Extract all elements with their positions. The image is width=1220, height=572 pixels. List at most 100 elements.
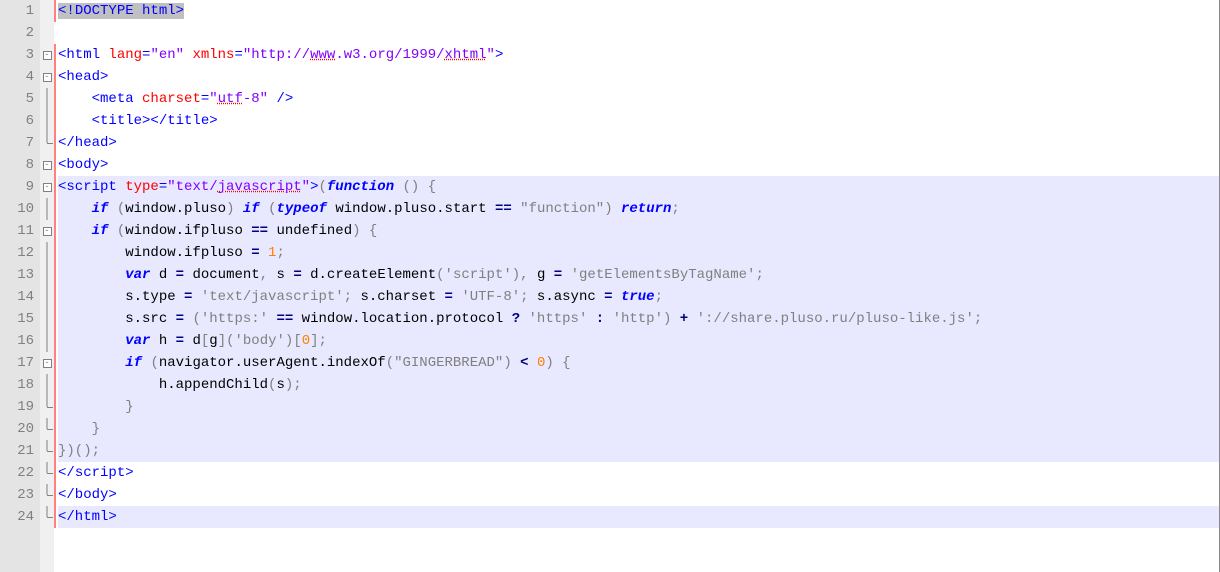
token[interactable]: <html bbox=[58, 47, 108, 63]
token[interactable]: ( bbox=[386, 355, 394, 371]
code-line[interactable] bbox=[58, 22, 1219, 44]
token[interactable] bbox=[529, 355, 537, 371]
token[interactable]: window.pluso.start bbox=[327, 201, 495, 217]
fold-collapse-icon[interactable]: - bbox=[43, 51, 52, 60]
token[interactable]: ; bbox=[755, 267, 763, 283]
token[interactable] bbox=[58, 421, 92, 437]
token[interactable] bbox=[613, 289, 621, 305]
token[interactable]: = bbox=[251, 245, 259, 261]
code-line[interactable]: s.src = ('https:' == window.location.pro… bbox=[58, 308, 1219, 330]
token[interactable]: == bbox=[495, 201, 512, 217]
token[interactable]: DOCTYPE html bbox=[75, 3, 176, 19]
token[interactable]: s bbox=[268, 267, 293, 283]
token[interactable]: " bbox=[487, 47, 495, 63]
token[interactable]: () { bbox=[403, 179, 437, 195]
line-number[interactable]: 6 bbox=[0, 110, 34, 132]
token[interactable]: window.pluso bbox=[125, 201, 226, 217]
token[interactable]: d bbox=[184, 333, 201, 349]
line-number[interactable]: 3 bbox=[0, 44, 34, 66]
fold-marker[interactable] bbox=[40, 242, 54, 264]
token[interactable]: ; bbox=[520, 289, 528, 305]
line-number[interactable]: 12 bbox=[0, 242, 34, 264]
token[interactable]: / bbox=[66, 465, 74, 481]
token[interactable]: <body> bbox=[58, 157, 108, 173]
line-number[interactable]: 2 bbox=[0, 22, 34, 44]
token[interactable]: if bbox=[243, 201, 260, 217]
token[interactable]: })(); bbox=[58, 443, 100, 459]
token[interactable]: </head> bbox=[58, 135, 117, 151]
line-number[interactable]: 14 bbox=[0, 286, 34, 308]
fold-marker[interactable] bbox=[40, 286, 54, 308]
line-number[interactable]: 13 bbox=[0, 264, 34, 286]
code-line[interactable]: <html lang="en" xmlns="http://www.w3.org… bbox=[58, 44, 1219, 66]
fold-collapse-icon[interactable]: - bbox=[43, 359, 52, 368]
fold-marker[interactable] bbox=[40, 506, 54, 528]
token[interactable]: lang bbox=[108, 47, 142, 63]
token[interactable]: = bbox=[201, 91, 209, 107]
token[interactable]: document bbox=[184, 267, 260, 283]
token[interactable]: ( bbox=[318, 179, 326, 195]
token[interactable]: "text/ bbox=[167, 179, 217, 195]
token[interactable]: window.location.protocol bbox=[293, 311, 511, 327]
token[interactable] bbox=[260, 245, 268, 261]
fold-marker[interactable] bbox=[40, 484, 54, 506]
code-line[interactable]: <title></title> bbox=[58, 110, 1219, 132]
line-number[interactable]: 1 bbox=[0, 0, 34, 22]
token[interactable]: /> bbox=[268, 91, 293, 107]
token[interactable]: 'http' bbox=[613, 311, 663, 327]
token[interactable]: > bbox=[495, 47, 503, 63]
fold-marker[interactable] bbox=[40, 0, 54, 22]
token[interactable]: , bbox=[260, 267, 268, 283]
token[interactable] bbox=[260, 201, 268, 217]
token[interactable]: s.async bbox=[529, 289, 605, 305]
token[interactable]: s.src bbox=[58, 311, 176, 327]
token[interactable]: xhtml bbox=[445, 47, 487, 63]
code-line[interactable]: window.ifpluso = 1; bbox=[58, 242, 1219, 264]
token[interactable]: = bbox=[293, 267, 301, 283]
token[interactable]: xmlns bbox=[192, 47, 234, 63]
token[interactable]: < bbox=[520, 355, 528, 371]
line-number[interactable]: 22 bbox=[0, 462, 34, 484]
line-number[interactable]: 5 bbox=[0, 88, 34, 110]
token[interactable]: g bbox=[529, 267, 554, 283]
token[interactable]: = bbox=[159, 179, 167, 195]
token[interactable]: ) { bbox=[352, 223, 377, 239]
token[interactable]: == bbox=[251, 223, 268, 239]
token[interactable]: '://share.pluso.ru/pluso-like.js' bbox=[697, 311, 974, 327]
token[interactable] bbox=[108, 201, 116, 217]
token[interactable]: navigator.userAgent.indexOf bbox=[159, 355, 386, 371]
token[interactable]: 0 bbox=[302, 333, 310, 349]
token[interactable]: ; bbox=[655, 289, 663, 305]
line-number[interactable]: 16 bbox=[0, 330, 34, 352]
token[interactable] bbox=[58, 113, 92, 129]
fold-marker[interactable] bbox=[40, 132, 54, 154]
token[interactable]: utf bbox=[218, 91, 243, 107]
token[interactable] bbox=[520, 311, 528, 327]
token[interactable] bbox=[108, 223, 116, 239]
token[interactable]: )[ bbox=[285, 333, 302, 349]
token[interactable]: javascript bbox=[218, 179, 302, 195]
token[interactable] bbox=[58, 201, 92, 217]
line-number[interactable]: 7 bbox=[0, 132, 34, 154]
fold-marker[interactable] bbox=[40, 198, 54, 220]
token[interactable] bbox=[688, 311, 696, 327]
line-number[interactable]: 17 bbox=[0, 352, 34, 374]
token[interactable]: = bbox=[234, 47, 242, 63]
token[interactable]: h.appendChild bbox=[58, 377, 268, 393]
token[interactable]: www bbox=[310, 47, 335, 63]
fold-marker[interactable] bbox=[40, 374, 54, 396]
token[interactable]: if bbox=[92, 201, 109, 217]
token[interactable]: + bbox=[680, 311, 688, 327]
token[interactable] bbox=[58, 333, 125, 349]
fold-marker[interactable] bbox=[40, 110, 54, 132]
token[interactable]: " bbox=[209, 91, 217, 107]
token[interactable]: "en" bbox=[150, 47, 184, 63]
fold-marker[interactable]: - bbox=[40, 154, 54, 176]
token[interactable]: ? bbox=[512, 311, 520, 327]
fold-collapse-icon[interactable]: - bbox=[43, 161, 52, 170]
line-number[interactable]: 18 bbox=[0, 374, 34, 396]
token[interactable]: <title></title> bbox=[92, 113, 218, 129]
token[interactable] bbox=[58, 91, 92, 107]
token[interactable]: window.ifpluso bbox=[58, 245, 251, 261]
code-editor[interactable]: 123456789101112131415161718192021222324 … bbox=[0, 0, 1220, 572]
